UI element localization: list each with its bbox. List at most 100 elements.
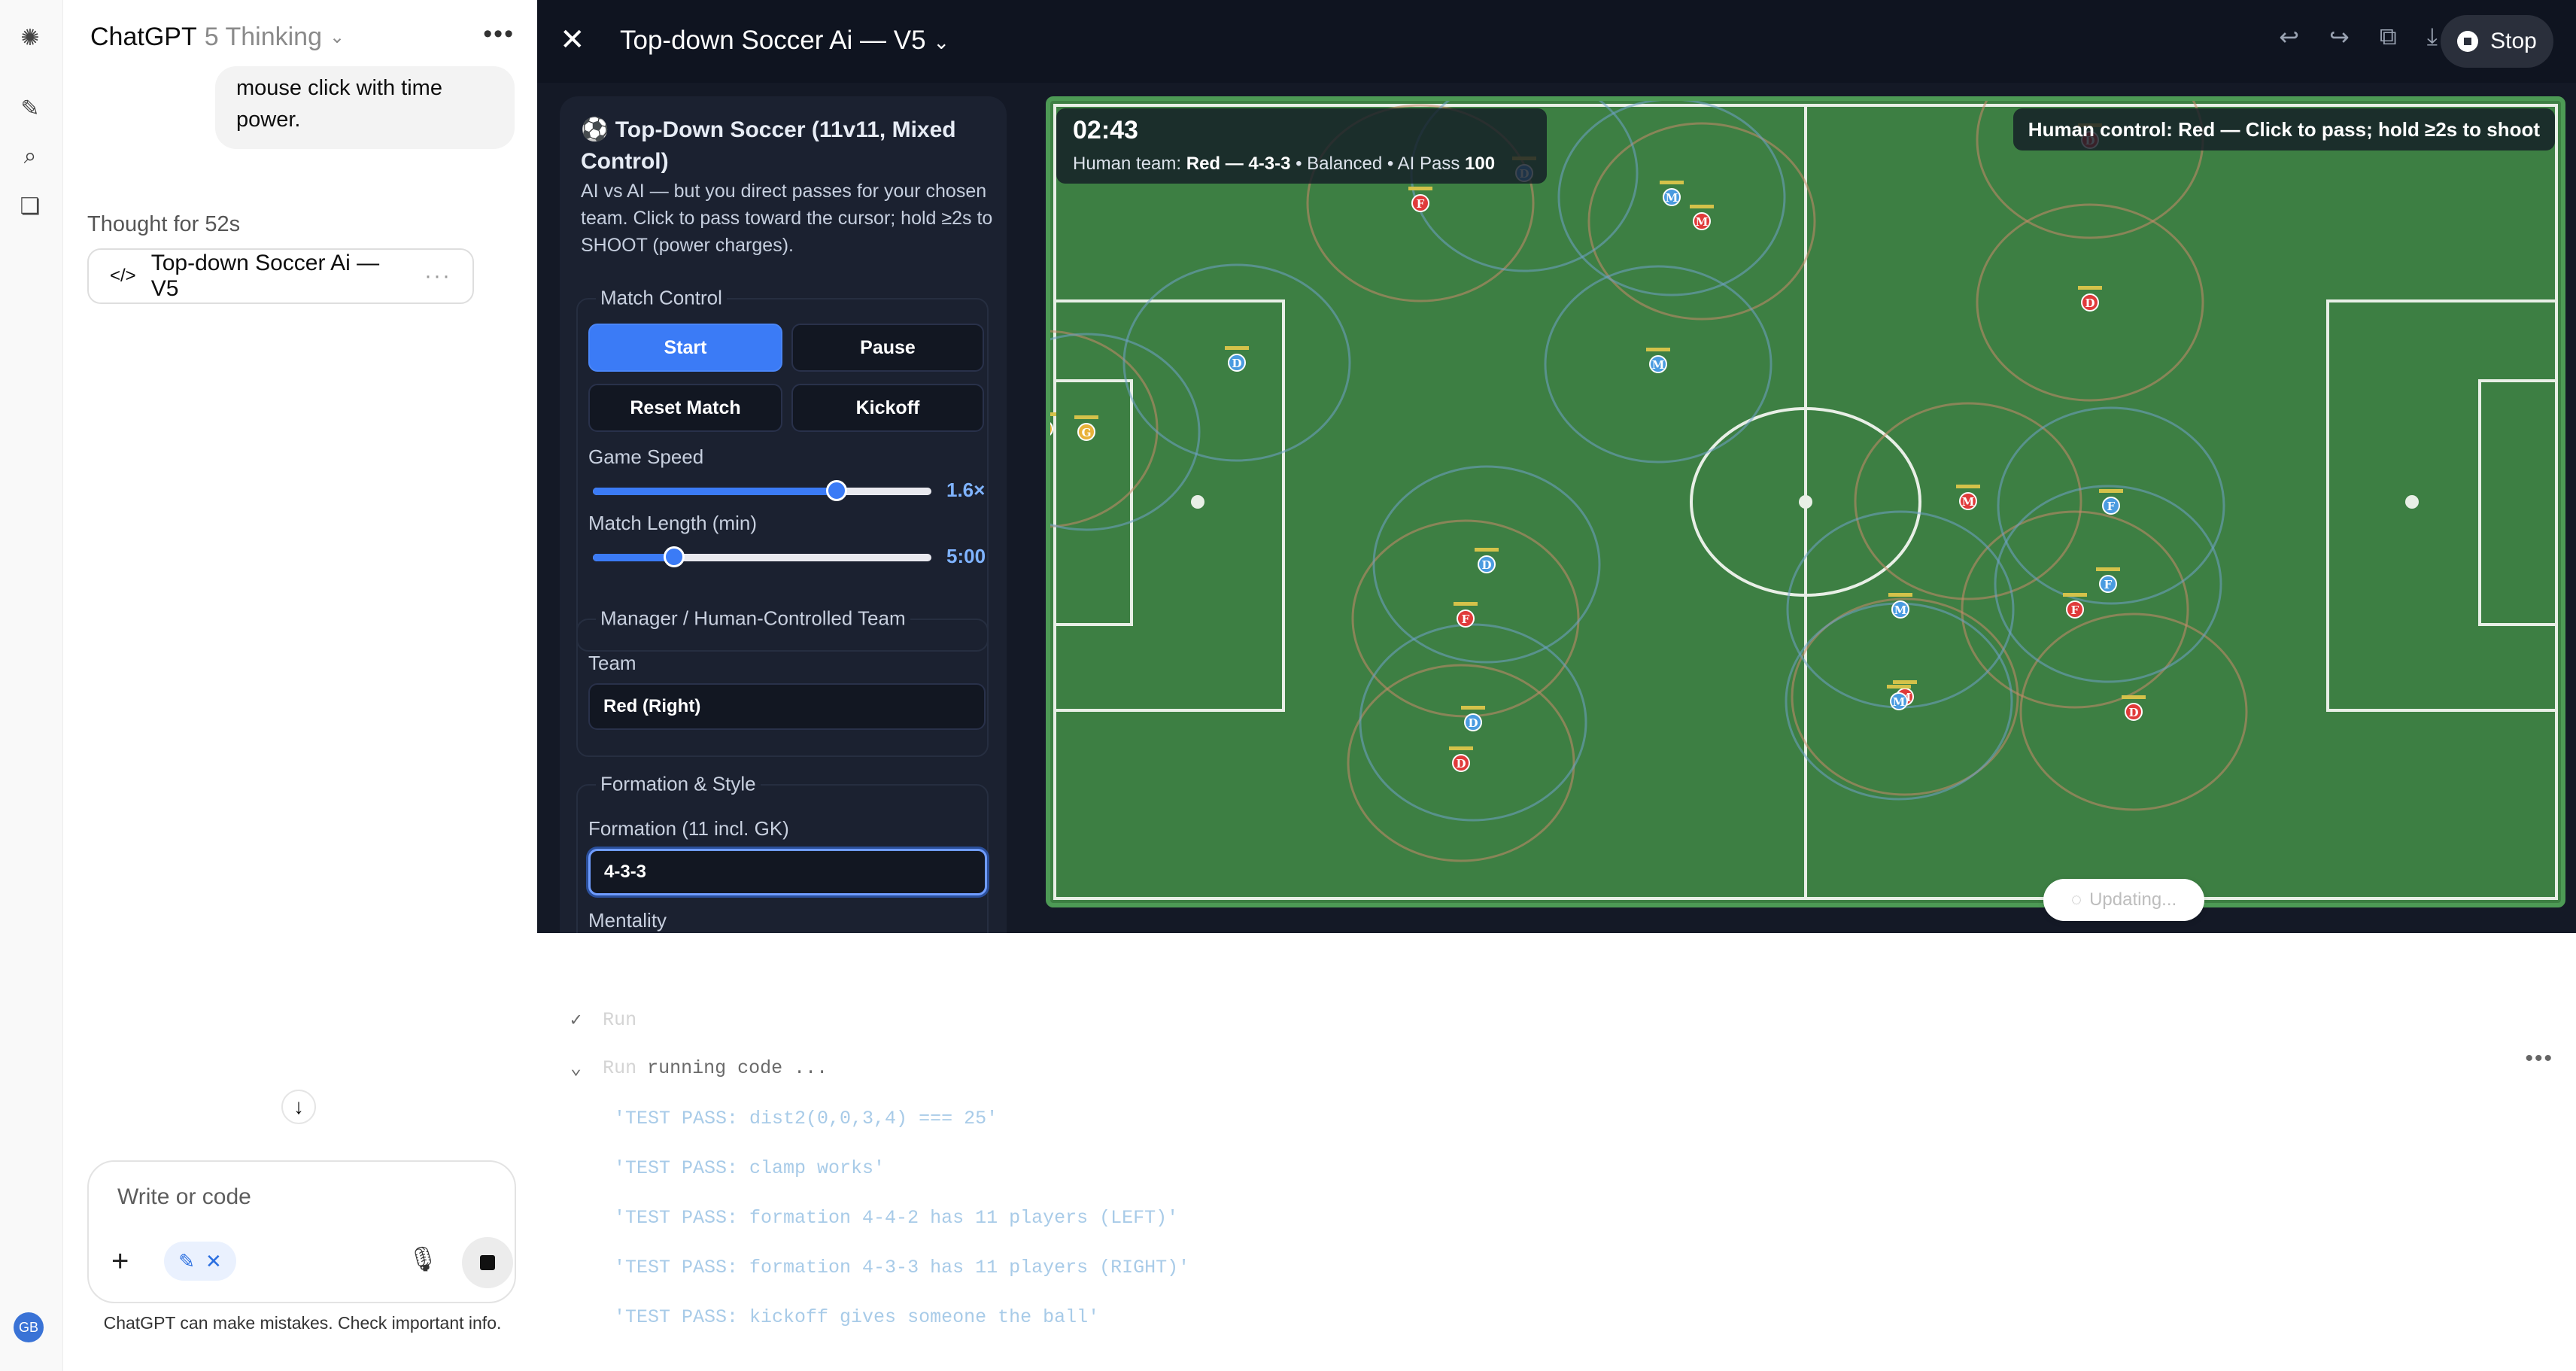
match-length-label: Match Length (min) (588, 512, 757, 534)
search-icon[interactable]: ⌕ (15, 141, 45, 172)
game-speed-value: 1.6× (946, 479, 986, 501)
controls-panel: ⚽ Top-Down Soccer (11v11, Mixed Control)… (560, 96, 1007, 933)
player-role: F (1462, 613, 1470, 626)
mic-icon[interactable]: 🎙 (408, 1245, 439, 1273)
more-options-icon[interactable]: ••• (483, 20, 515, 49)
stamina-bar (1475, 548, 1499, 552)
start-button[interactable]: Start (588, 324, 782, 372)
more-options-icon[interactable]: ••• (2525, 1046, 2553, 1072)
close-icon[interactable]: ✕ (205, 1250, 222, 1273)
soccer-pitch[interactable]: DFMDMFDMDFGDDMMDDMMFFG 02:43 Human team:… (1046, 96, 2565, 907)
stop-label: Stop (2490, 29, 2537, 53)
player-red-D: D (1449, 746, 1473, 772)
left-penalty-box (1053, 299, 1285, 712)
canvas-title-text: Top-down Soccer Ai — V5 (620, 26, 926, 55)
stamina-bar (1461, 706, 1485, 710)
model-name: 5 Thinking (204, 23, 322, 51)
stamina-bar (1888, 593, 1912, 597)
message-input[interactable] (117, 1184, 478, 1210)
player-role: F (2071, 603, 2079, 617)
player-role: F (2104, 578, 2113, 591)
player-blue-M: M (1660, 181, 1684, 206)
close-icon[interactable]: ✕ (560, 23, 585, 57)
stamina-bar (1893, 680, 1917, 684)
library-icon[interactable]: ❏ (15, 191, 45, 221)
run-row-active[interactable]: ⌄ Run running code ... (570, 1056, 828, 1080)
disclaimer: ChatGPT can make mistakes. Check importa… (103, 1313, 502, 1333)
stamina-bar (1050, 412, 1056, 416)
chevron-down-icon: ⌄ (570, 1058, 582, 1080)
updating-text: Updating... (2089, 889, 2177, 910)
stamina-bar (2122, 695, 2146, 699)
pause-button[interactable]: Pause (791, 324, 984, 372)
right-goal-box (2478, 379, 2558, 626)
section-title: Match Control (596, 286, 727, 310)
left-rail: ✺ ✎ ⌕ ❏ GB (0, 0, 63, 1371)
undo-icon[interactable]: ↩ (2279, 23, 2299, 51)
stamina-bar (2078, 286, 2102, 290)
formation-select[interactable]: 4-3-3 (588, 849, 987, 895)
more-icon[interactable]: ··· (424, 263, 451, 289)
run-label: Run (603, 1057, 637, 1079)
game-description: AI vs AI — but you direct passes for you… (581, 181, 993, 256)
player-red-F: F (1454, 602, 1478, 628)
team-select[interactable]: Red (Right) (588, 683, 986, 730)
stop-generating-button[interactable] (462, 1237, 513, 1288)
slider-fill (593, 488, 837, 495)
player-role: D (1468, 716, 1478, 730)
match-length-value: 5:00 (946, 545, 986, 567)
canvas-title[interactable]: Top-down Soccer Ai — V5 ⌄ (620, 26, 949, 56)
manager-section: Manager / Human-Controlled Team Team Red… (576, 606, 989, 757)
redo-icon[interactable]: ↪ (2329, 23, 2350, 51)
chat-panel: ChatGPT 5 Thinking ⌄ ••• mouse click wit… (63, 0, 537, 1371)
influence-zone (1050, 330, 1159, 528)
info-prefix: Human team: (1073, 154, 1186, 174)
copy-icon[interactable]: ⧉ (2380, 23, 2397, 51)
match-control-section: Match Control Start Pause Reset Match Ki… (576, 286, 989, 652)
code-icon: </> (110, 266, 136, 286)
section-title: Manager / Human-Controlled Team (596, 606, 910, 631)
plus-icon[interactable]: + (111, 1245, 129, 1278)
stamina-bar (2099, 489, 2123, 493)
pitch-canvas[interactable]: DFMDMFDMDFGDDMMDDMMFFG (1050, 101, 2561, 903)
right-penalty-box (2326, 299, 2558, 712)
test-output: 'TEST PASS: dist2(0,0,3,4) === 25' (614, 1108, 998, 1129)
scroll-down-icon[interactable]: ↓ (281, 1090, 316, 1124)
stamina-bar (1887, 685, 1911, 689)
stamina-bar (1074, 415, 1098, 419)
player-role: M (1893, 695, 1906, 709)
game-speed-slider[interactable] (593, 480, 931, 501)
player-role: D (2128, 706, 2138, 719)
stamina-bar (2063, 593, 2087, 597)
canvas-tool-chip[interactable]: ✎ ✕ (164, 1242, 236, 1281)
model-selector[interactable]: ChatGPT 5 Thinking ⌄ (90, 23, 345, 52)
chevron-down-icon: ⌄ (329, 27, 345, 47)
thought-duration[interactable]: Thought for 52s (87, 212, 240, 237)
info-pass: 100 (1465, 154, 1496, 174)
player-role: M (1652, 358, 1665, 372)
reset-match-button[interactable]: Reset Match (588, 384, 782, 432)
stamina-bar (1660, 181, 1684, 184)
team-label: Team (588, 652, 636, 674)
avatar[interactable]: GB (14, 1312, 44, 1342)
stamina-bar (1225, 346, 1249, 350)
artifact-card[interactable]: </> Top-down Soccer Ai — V5 ··· (87, 248, 474, 304)
run-row[interactable]: ✓ Run (570, 1008, 636, 1032)
updating-indicator: ◌ Updating... (2043, 879, 2204, 921)
openai-logo-icon[interactable]: ✺ (15, 23, 45, 53)
stop-button[interactable]: Stop (2441, 15, 2553, 68)
slider-thumb[interactable] (826, 480, 847, 501)
player-role: M (1666, 191, 1678, 205)
check-icon: ✓ (570, 1010, 582, 1032)
kickoff-button[interactable]: Kickoff (791, 384, 984, 432)
new-chat-icon[interactable]: ✎ (15, 93, 45, 123)
download-icon[interactable]: ⤓ (2427, 23, 2438, 51)
player-role: F (1417, 197, 1425, 211)
stop-icon (480, 1255, 495, 1270)
match-length-slider[interactable] (593, 546, 931, 567)
game-title-text: Top-Down Soccer (11v11, Mixed Control) (581, 117, 956, 174)
player-red-D: D (2078, 286, 2102, 312)
center-spot (1799, 495, 1812, 509)
slider-thumb[interactable] (664, 546, 685, 567)
spinner-icon: ◌ (2070, 889, 2082, 910)
